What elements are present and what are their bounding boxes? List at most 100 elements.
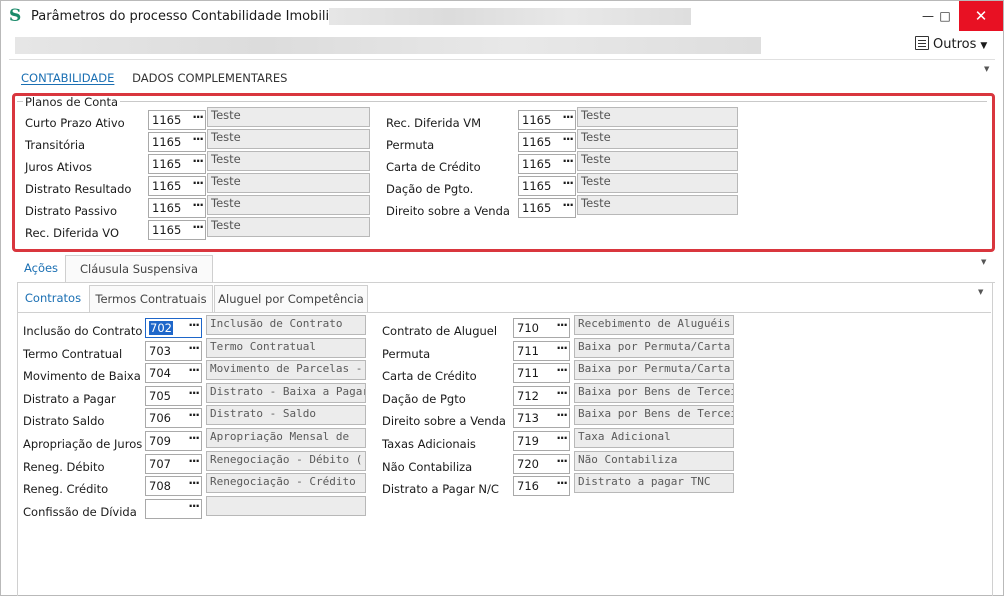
field-label: Contrato de Aluguel bbox=[382, 324, 498, 338]
ellipsis-lookup-button[interactable]: ··· bbox=[556, 361, 568, 379]
field-label: Distrato a Pagar N/C bbox=[382, 482, 499, 497]
description-field: Distrato - Baixa a Pagar bbox=[206, 382, 366, 403]
code-value: 710 bbox=[517, 321, 539, 335]
ellipsis-lookup-button[interactable]: ··· bbox=[188, 316, 200, 334]
code-value: 716 bbox=[517, 479, 539, 494]
code-input[interactable]: 712 ··· bbox=[513, 384, 570, 406]
ellipsis-lookup-button[interactable]: ··· bbox=[188, 474, 200, 492]
description-field: Distrato a pagar TNC bbox=[574, 473, 734, 494]
code-value: 712 bbox=[517, 388, 539, 403]
description-field: Distrato - Saldo bbox=[206, 405, 366, 426]
field-label: Não Contabiliza bbox=[382, 459, 473, 474]
tab-contabilidade[interactable]: CONTABILIDADE bbox=[21, 71, 114, 85]
code-value: 711 bbox=[517, 366, 539, 381]
code-value: 703 bbox=[149, 343, 171, 358]
ellipsis-lookup-button[interactable]: ··· bbox=[188, 429, 200, 447]
maximize-button[interactable]: □ bbox=[933, 1, 957, 31]
ellipsis-lookup-button[interactable]: ··· bbox=[556, 339, 568, 357]
field-label: Apropriação de Juros bbox=[23, 437, 143, 451]
code-input[interactable]: 713 ··· bbox=[513, 406, 570, 429]
code-input[interactable]: 711 ··· bbox=[513, 339, 570, 361]
code-input[interactable]: 711 ··· bbox=[513, 361, 570, 384]
ellipsis-lookup-button[interactable]: ··· bbox=[556, 474, 568, 492]
code-input[interactable]: 720 ··· bbox=[513, 452, 570, 474]
ellipsis-lookup-button[interactable]: ··· bbox=[188, 384, 200, 402]
tab-acoes[interactable]: Ações bbox=[17, 255, 65, 282]
code-value: 709 bbox=[149, 434, 171, 448]
code-input[interactable]: ··· bbox=[145, 497, 202, 519]
tab-dados-complementares[interactable]: DADOS COMPLEMENTARES bbox=[132, 71, 287, 85]
collapse-arrow-icon[interactable]: ▼ bbox=[984, 65, 989, 73]
window-title: Parâmetros do processo Contabilidade Imo… bbox=[31, 9, 355, 24]
ellipsis-lookup-button[interactable]: ··· bbox=[188, 361, 200, 379]
field-label: Dação de Pgto bbox=[382, 391, 466, 406]
code-input[interactable]: 710 ··· bbox=[513, 318, 570, 338]
code-input[interactable]: 716 ··· bbox=[513, 474, 570, 497]
description-field: Renegociação - Crédito bbox=[206, 473, 366, 494]
description-field: Inclusão de Contrato bbox=[206, 315, 366, 335]
description-field: Taxa Adicional bbox=[574, 428, 734, 448]
close-button[interactable]: ✕ bbox=[959, 1, 1003, 31]
code-value: 702 bbox=[149, 321, 173, 335]
code-input[interactable]: 703 ··· bbox=[145, 339, 202, 361]
code-input[interactable]: 706 ··· bbox=[145, 406, 202, 429]
code-value: 706 bbox=[149, 411, 171, 426]
field-label: Inclusão do Contrato bbox=[23, 324, 143, 338]
description-field: Baixa por Permuta/Carta de bbox=[574, 360, 734, 381]
field-label: Confissão de Dívida bbox=[23, 504, 137, 519]
field-label: Termo Contratual bbox=[23, 346, 123, 361]
code-input[interactable]: 708 ··· bbox=[145, 474, 202, 497]
tab-clausula-suspensiva[interactable]: Cláusula Suspensiva bbox=[65, 255, 213, 282]
code-input[interactable]: 702 ··· bbox=[145, 318, 202, 338]
code-input[interactable]: 704 ··· bbox=[145, 361, 202, 384]
app-logo-icon: S bbox=[9, 6, 22, 26]
description-field: Apropriação Mensal de bbox=[206, 428, 366, 448]
ellipsis-lookup-button[interactable]: ··· bbox=[556, 429, 568, 447]
code-value: 708 bbox=[149, 479, 171, 494]
outros-menu-button[interactable]: Outros ▼ bbox=[915, 35, 987, 55]
description-field: Termo Contratual bbox=[206, 337, 366, 358]
tab-contratos[interactable]: Contratos bbox=[18, 285, 88, 312]
collapse-arrow-icon[interactable]: ▼ bbox=[981, 258, 986, 266]
field-label: Carta de Crédito bbox=[382, 369, 477, 384]
ellipsis-lookup-button[interactable]: ··· bbox=[556, 384, 568, 402]
description-field bbox=[206, 495, 366, 516]
title-bar: S Parâmetros do processo Contabilidade I… bbox=[1, 1, 1003, 31]
field-label: Distrato Saldo bbox=[23, 414, 105, 429]
outros-label: Outros bbox=[933, 37, 977, 52]
chevron-down-icon: ▼ bbox=[980, 41, 988, 51]
field-label: Reneg. Crédito bbox=[23, 482, 109, 497]
tab-termos-contratuais[interactable]: Termos Contratuais bbox=[89, 285, 213, 312]
description-field: Recebimento de Aluguéis bbox=[574, 315, 734, 335]
code-input[interactable]: 707 ··· bbox=[145, 452, 202, 474]
ellipsis-lookup-button[interactable]: ··· bbox=[188, 406, 200, 424]
code-value: 720 bbox=[517, 456, 539, 471]
field-label: Distrato a Pagar bbox=[23, 391, 116, 406]
redacted-title-area bbox=[329, 8, 691, 25]
code-input[interactable]: 705 ··· bbox=[145, 384, 202, 406]
main-tabs: CONTABILIDADE DADOS COMPLEMENTARES bbox=[21, 71, 301, 87]
ellipsis-lookup-button[interactable]: ··· bbox=[556, 406, 568, 424]
ellipsis-lookup-button[interactable]: ··· bbox=[188, 452, 200, 470]
ellipsis-lookup-button[interactable]: ··· bbox=[188, 339, 200, 357]
highlight-frame bbox=[12, 93, 995, 252]
field-label: Permuta bbox=[382, 346, 431, 361]
code-input[interactable]: 719 ··· bbox=[513, 431, 570, 451]
description-field: Renegociação - Débito ( bbox=[206, 450, 366, 471]
code-input[interactable]: 709 ··· bbox=[145, 431, 202, 451]
field-label: Movimento de Baixa bbox=[23, 369, 141, 384]
code-value: 705 bbox=[149, 388, 171, 403]
code-value: 719 bbox=[517, 434, 539, 448]
ellipsis-lookup-button[interactable]: ··· bbox=[556, 452, 568, 470]
code-value: 704 bbox=[149, 366, 171, 381]
list-icon bbox=[915, 36, 929, 50]
field-label: Direito sobre a Venda bbox=[382, 414, 506, 429]
tab-aluguel-por-competencia[interactable]: Aluguel por Competência bbox=[214, 285, 368, 312]
redacted-header-area bbox=[15, 37, 761, 54]
collapse-arrow-icon[interactable]: ▼ bbox=[978, 288, 983, 296]
divider bbox=[17, 312, 991, 313]
description-field: Baixa por Permuta/Carta de bbox=[574, 337, 734, 358]
code-value: 707 bbox=[149, 456, 171, 471]
ellipsis-lookup-button[interactable]: ··· bbox=[188, 497, 200, 515]
ellipsis-lookup-button[interactable]: ··· bbox=[556, 316, 568, 334]
